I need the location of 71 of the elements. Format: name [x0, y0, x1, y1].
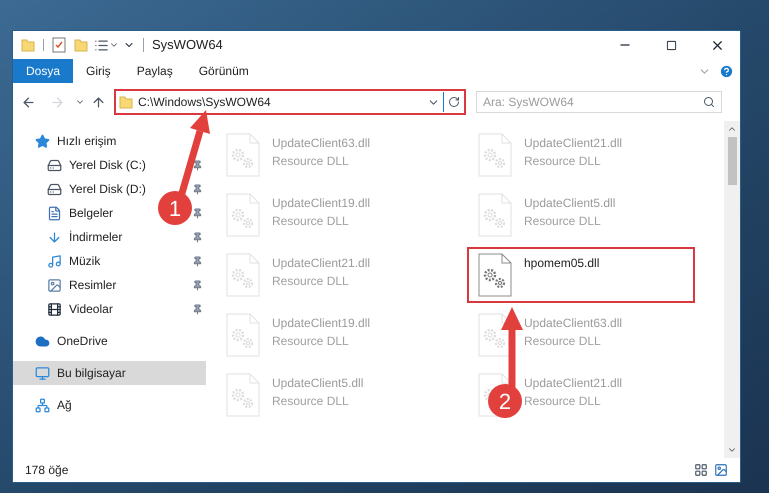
properties-icon[interactable]	[94, 38, 109, 52]
file-type: Resource DLL	[272, 153, 350, 170]
nav-item[interactable]: Yerel Disk (D:)	[69, 180, 146, 198]
search-icon	[703, 96, 715, 108]
file-name[interactable]: hpomem05.dll	[524, 254, 600, 272]
nav-item[interactable]: Yerel Disk (C:)	[69, 156, 146, 174]
maximize-icon	[666, 40, 676, 50]
pin-icon[interactable]	[192, 208, 203, 218]
monitor-icon	[35, 366, 50, 380]
address-bar[interactable]: C:\Windows\SysWOW64	[114, 89, 466, 115]
details-view-icon[interactable]	[694, 463, 708, 477]
pin-icon[interactable]	[192, 232, 203, 242]
dll-file-icon	[478, 133, 512, 177]
item-count: 178 öğe	[25, 462, 70, 479]
help-icon[interactable]	[719, 64, 734, 78]
nav-item[interactable]: Bu bilgisayar	[57, 364, 126, 382]
folder-icon	[21, 38, 35, 52]
star-icon	[35, 134, 50, 148]
pin-icon[interactable]	[192, 256, 203, 266]
ribbon-tab[interactable]: Görünüm	[186, 59, 262, 83]
folder-icon	[74, 38, 88, 52]
pin-icon[interactable]	[192, 160, 203, 170]
pin-icon[interactable]	[192, 280, 203, 290]
nav-item[interactable]: Hızlı erişim	[57, 132, 116, 150]
scrollbar[interactable]	[724, 121, 740, 458]
cloud-icon	[35, 334, 50, 348]
file-type: Resource DLL	[272, 333, 350, 350]
ribbon-tab[interactable]: Dosya	[13, 59, 74, 83]
dll-file-icon	[226, 313, 260, 357]
nav-item[interactable]: OneDrive	[57, 332, 108, 350]
window-title: SysWOW64	[152, 36, 224, 54]
search-placeholder: Ara: SysWOW64	[483, 94, 575, 111]
drive-icon	[47, 158, 62, 172]
large-icons-view-icon[interactable]	[714, 463, 728, 477]
ribbon-tab[interactable]: Paylaş	[124, 59, 186, 83]
pin-icon[interactable]	[192, 304, 203, 314]
dll-file-icon	[226, 193, 260, 237]
pin-icon[interactable]	[192, 184, 203, 194]
checklist-icon	[52, 37, 66, 53]
dll-file-icon	[226, 373, 260, 417]
download-arrow-icon	[47, 230, 62, 244]
dll-file-icon	[478, 193, 512, 237]
document-icon	[47, 206, 62, 220]
file-type: Resource DLL	[524, 393, 602, 410]
refresh-icon[interactable]	[448, 96, 460, 108]
nav-item[interactable]: Resimler	[69, 276, 116, 294]
dll-file-icon	[226, 253, 260, 297]
up-icon[interactable]	[91, 94, 106, 110]
nav-item[interactable]: Belgeler	[69, 204, 114, 222]
file-type: Resource DLL	[272, 393, 350, 410]
music-note-icon	[47, 254, 62, 268]
file-type: Resource DLL	[272, 273, 350, 290]
nav-item[interactable]: Videolar	[69, 300, 113, 318]
address-text: C:\Windows\SysWOW64	[138, 94, 272, 111]
file-type: Resource DLL	[272, 213, 350, 230]
back-icon[interactable]	[21, 94, 36, 110]
folder-icon	[119, 95, 133, 109]
scroll-thumb[interactable]	[728, 137, 736, 185]
file-type: Resource DLL	[524, 213, 602, 230]
file-type: Resource DLL	[524, 153, 602, 170]
picture-icon	[47, 278, 62, 292]
network-icon	[35, 398, 50, 412]
nav-item[interactable]: İndirmeler	[69, 228, 122, 246]
nav-item[interactable]: Ağ	[57, 396, 72, 414]
dll-file-icon	[226, 133, 260, 177]
dll-file-icon	[478, 253, 512, 297]
drive-icon	[47, 182, 62, 196]
film-icon	[47, 302, 62, 316]
file-type: Resource DLL	[524, 333, 602, 350]
nav-item[interactable]: Müzik	[69, 252, 100, 270]
ribbon-tab[interactable]: Giriş	[73, 59, 124, 83]
